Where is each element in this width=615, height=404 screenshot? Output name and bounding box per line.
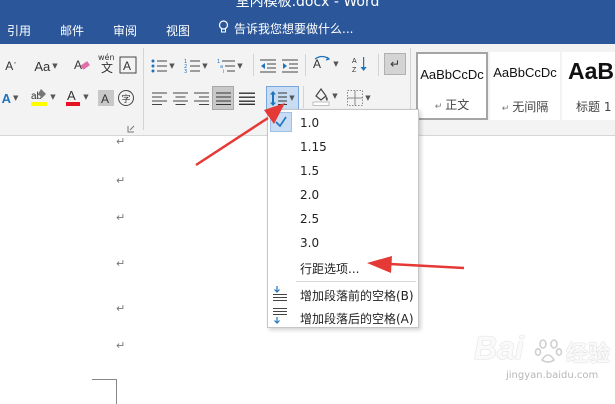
arrow-to-line-spacing-options	[367, 256, 465, 273]
watermark-brand-tail: 经验	[566, 342, 611, 367]
watermark-brand: Bai	[474, 330, 524, 366]
paw-icon	[534, 336, 564, 370]
watermark-url: jingyan.baidu.com	[506, 370, 599, 381]
arrow-to-line-spacing-button	[195, 103, 285, 167]
baidu-watermark: Bai 经验 jingyan.baidu.com	[466, 330, 615, 390]
